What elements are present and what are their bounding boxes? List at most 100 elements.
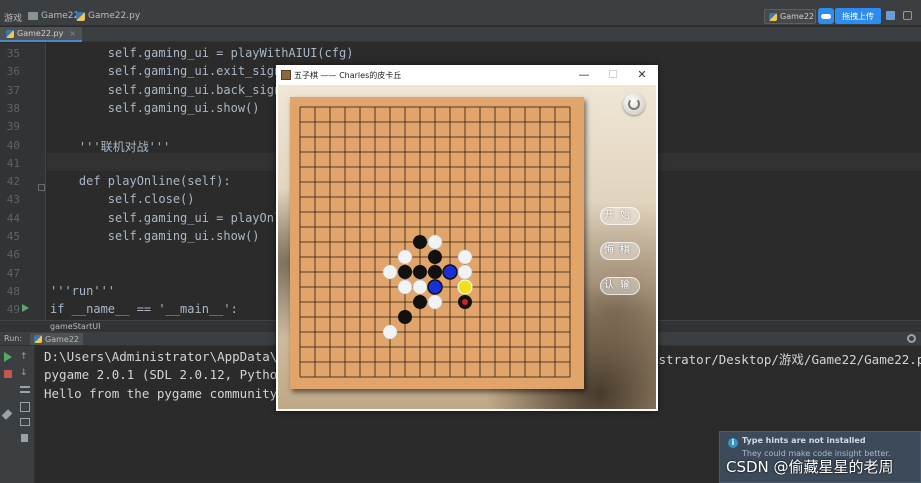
line-number: 35 [6, 47, 20, 60]
tab-label: Game22.py [17, 29, 64, 38]
breadcrumb-folder[interactable]: Game22 [28, 11, 79, 21]
folder-icon [28, 12, 38, 20]
code-line[interactable]: self.close() [50, 192, 195, 206]
window-icon[interactable] [886, 11, 895, 20]
last-move-marker [462, 299, 468, 305]
restart-icon[interactable] [623, 93, 645, 115]
run-gutter-icon[interactable] [22, 304, 29, 312]
folder-name: Game22 [41, 11, 80, 21]
white-stone [397, 249, 413, 265]
line-number: 42 [6, 175, 20, 189]
soft-wrap-icon[interactable] [20, 386, 30, 393]
python-file-icon [6, 29, 14, 38]
code-line[interactable]: self.gaming_ui = playWithAIUI(cfg) [50, 46, 354, 60]
console-line-pygame: pygame 2.0.1 (SDL 2.0.12, Python [44, 367, 285, 382]
python-icon [769, 12, 777, 21]
blue-stone [442, 264, 458, 280]
editor-tab-bar: Game22.py × [0, 27, 921, 42]
up-arrow-icon[interactable]: ↑ [20, 352, 30, 362]
line-number: 45 [6, 230, 20, 243]
line-number: 39 [6, 120, 20, 134]
fold-icon[interactable] [38, 184, 45, 191]
settings-icon[interactable] [903, 11, 912, 20]
run-configuration-select[interactable]: Game22 [764, 9, 816, 24]
code-line[interactable]: self.gaming_ui.back_signal [50, 83, 296, 97]
surrender-button[interactable]: 认输 [600, 277, 640, 295]
black-stone [428, 250, 442, 264]
window-title: 五子棋 —— Charles的皮卡丘 [294, 71, 402, 80]
game-canvas[interactable]: 开始 悔棋 认输 [278, 85, 656, 409]
code-line[interactable]: self.gaming_ui.show() [50, 229, 260, 243]
white-stone [397, 279, 413, 295]
blue-stone [427, 279, 443, 295]
console-line-path-end: istrator/Desktop/游戏/Game22/Game22.py [651, 352, 921, 367]
trash-icon[interactable] [21, 434, 28, 442]
run-toolbar: ↑ ↓ [0, 346, 35, 483]
white-stone [382, 264, 398, 280]
run-configuration-label: Game22 [780, 12, 814, 21]
close-button[interactable]: ✕ [634, 67, 650, 83]
run-tab-game22[interactable]: Game22 [30, 333, 83, 345]
gear-icon[interactable] [907, 334, 916, 343]
white-stone [382, 324, 398, 340]
line-number: 40 [6, 138, 20, 152]
info-icon: i [728, 438, 738, 448]
down-arrow-icon[interactable]: ↓ [20, 368, 30, 378]
code-line[interactable]: self.gaming_ui = playOnl [50, 211, 281, 225]
black-stone [398, 265, 412, 279]
line-number: 46 [6, 248, 20, 262]
line-number: 49 [6, 303, 20, 317]
menu-bar: 游戏FileEditViewNavigateCodeRefactorRunToo… [0, 0, 921, 8]
white-stone [457, 264, 473, 280]
cloud-icon[interactable] [818, 8, 834, 24]
upload-button[interactable]: 拖拽上传 [835, 8, 881, 24]
breadcrumb-project[interactable]: 游戏 [4, 11, 22, 24]
code-line[interactable]: '''联机对战''' [50, 138, 170, 155]
black-stone [398, 310, 412, 324]
white-stone [457, 249, 473, 265]
tab-game22-py[interactable]: Game22.py × [0, 27, 83, 42]
black-stone [413, 295, 427, 309]
code-line[interactable]: self.gaming_ui.exit_signal [50, 64, 296, 78]
line-number: 36 [6, 65, 20, 79]
yellow-stone [457, 279, 473, 295]
window-titlebar[interactable]: 五子棋 —— Charles的皮卡丘 — ☐ ✕ [276, 65, 658, 85]
minimize-button[interactable]: — [576, 67, 592, 83]
code-line[interactable]: if __name__ == '__main__': [50, 302, 238, 316]
maximize-button[interactable]: ☐ [605, 67, 621, 83]
code-line[interactable]: def playOnline(self): [50, 174, 231, 188]
line-number: 37 [6, 83, 20, 97]
line-number: 43 [6, 193, 20, 207]
white-stone [412, 279, 428, 295]
line-number: 38 [6, 101, 20, 115]
python-icon [34, 335, 42, 343]
console-line-hello: Hello from the pygame community. [44, 386, 285, 401]
board-grid[interactable] [290, 97, 584, 389]
gobang-window[interactable]: 五子棋 —— Charles的皮卡丘 — ☐ ✕ 开始 悔棋 认输 [276, 65, 658, 411]
line-number: 48 [6, 284, 20, 298]
app-icon [281, 70, 291, 80]
start-button[interactable]: 开始 [600, 207, 640, 225]
notification-title: Type hints are not installed [742, 436, 866, 445]
code-line[interactable]: '''run''' [50, 284, 115, 298]
run-label: Run: [4, 334, 23, 343]
scroll-to-end-icon[interactable] [20, 402, 30, 412]
pin-icon[interactable] [1, 409, 13, 420]
white-stone [427, 294, 443, 310]
code-line[interactable]: self.gaming_ui.show() [50, 101, 260, 115]
black-stone [413, 235, 427, 249]
print-icon[interactable] [20, 418, 30, 426]
rerun-icon[interactable] [4, 352, 12, 362]
stop-icon[interactable] [4, 370, 12, 378]
regret-button[interactable]: 悔棋 [600, 242, 640, 260]
line-number: 41 [6, 156, 20, 170]
breadcrumb-file[interactable]: Game22.py [76, 11, 140, 21]
watermark: CSDN @偷藏星星的老周 [726, 458, 894, 476]
line-number: 47 [6, 266, 20, 280]
go-board[interactable] [290, 97, 584, 389]
file-name: Game22.py [88, 11, 141, 21]
white-stone [427, 234, 443, 250]
black-stone [428, 265, 442, 279]
console-line-path: D:\Users\Administrator\AppData\Lo [44, 349, 293, 364]
close-tab-icon[interactable]: × [69, 29, 76, 38]
